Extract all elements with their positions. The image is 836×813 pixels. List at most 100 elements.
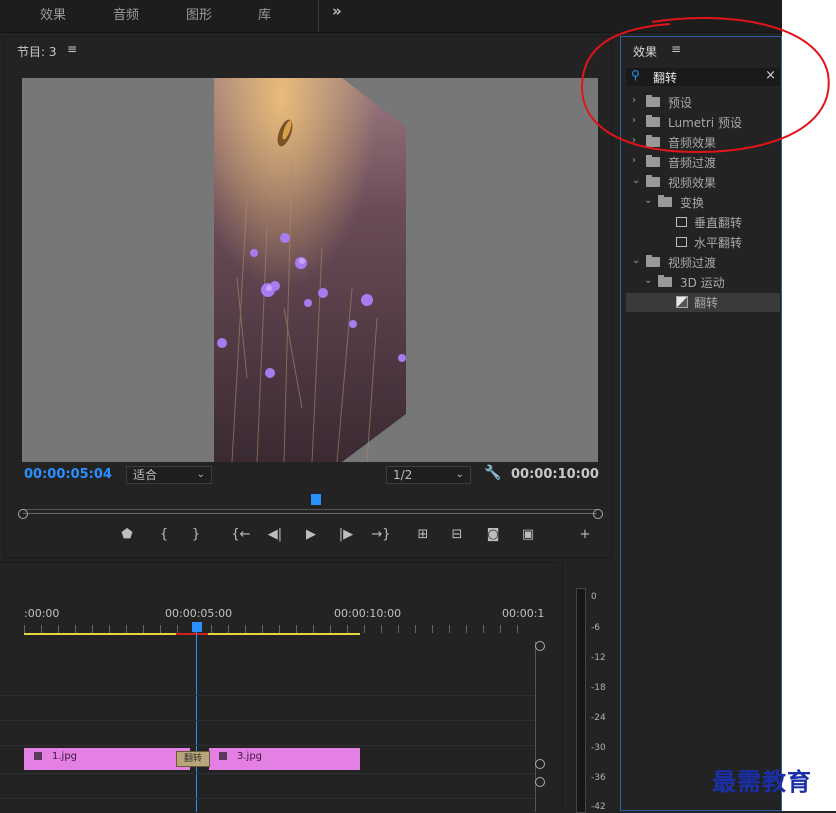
- timeline-panel: :00:00 00:00:05:00 00:00:10:00 00:00:1 1…: [0, 562, 558, 812]
- button-editor-icon[interactable]: +: [575, 527, 595, 542]
- tab-effects[interactable]: 效果: [40, 4, 66, 23]
- effects-tree-item[interactable]: › 音频效果: [626, 133, 780, 152]
- go-to-in-icon[interactable]: {←: [231, 527, 251, 542]
- export-frame-icon[interactable]: ◙: [483, 527, 503, 542]
- effects-tree-label: 音频过渡: [668, 156, 717, 170]
- zoom-select-value: 适合: [133, 468, 158, 482]
- zoom-select[interactable]: 适合 ⌄: [126, 466, 212, 484]
- chevron-right-icon[interactable]: ›: [632, 95, 636, 106]
- mark-out-icon[interactable]: }: [186, 527, 206, 542]
- panel-title[interactable]: 效果: [633, 43, 657, 60]
- clip-name: 1.jpg: [52, 751, 78, 762]
- add-marker-icon[interactable]: ⬟: [117, 527, 137, 542]
- image-clip-icon: [34, 752, 42, 760]
- workspace-tabs: 效果 音频 图形 库 »: [0, 0, 782, 33]
- folder-icon: [658, 195, 672, 207]
- chevron-down-icon[interactable]: ⌄: [644, 275, 652, 286]
- panel-title[interactable]: 节目: 3: [17, 43, 57, 60]
- lift-icon[interactable]: ⊞: [413, 527, 433, 542]
- effects-tree-item[interactable]: ⌄ 视频效果: [626, 173, 780, 192]
- folder-icon: [646, 135, 660, 147]
- chevron-down-icon: ⌄: [455, 469, 464, 480]
- effects-tree-label: 垂直翻转: [694, 216, 743, 230]
- playhead-marker[interactable]: [311, 494, 321, 505]
- effects-tree-label: 视频过渡: [668, 256, 717, 270]
- chevron-right-icon[interactable]: ›: [632, 155, 636, 166]
- chevron-down-icon[interactable]: ⌄: [644, 195, 652, 206]
- chevron-down-icon: ⌄: [196, 469, 205, 480]
- ruler-label: 00:00:1: [502, 607, 545, 620]
- tab-libraries[interactable]: 库: [258, 4, 271, 23]
- effects-tree-label: 音频效果: [668, 136, 717, 150]
- comparison-view-icon[interactable]: ▣: [518, 527, 538, 542]
- folder-icon: [646, 175, 660, 187]
- divider: [318, 0, 319, 32]
- effects-tree-label: Lumetri 预设: [668, 116, 742, 130]
- effect-icon: [676, 237, 687, 247]
- ruler-label: :00:00: [24, 607, 60, 620]
- effects-tree-item[interactable]: 垂直翻转: [626, 213, 780, 232]
- time-ruler-ticks: [24, 625, 534, 633]
- resolution-select[interactable]: 1/2 ⌄: [386, 466, 471, 484]
- chevron-right-icon[interactable]: ›: [632, 115, 636, 126]
- panel-menu-icon[interactable]: ≡: [671, 42, 681, 56]
- flip-transition-frame: [214, 78, 406, 462]
- scroll-handle-top[interactable]: [535, 641, 545, 651]
- tab-audio[interactable]: 音频: [113, 4, 139, 23]
- db-label: -36: [591, 773, 606, 783]
- preset-folder-icon: [646, 95, 660, 107]
- transition-icon: [676, 296, 688, 308]
- current-timecode[interactable]: 00:00:05:04: [24, 467, 112, 482]
- effects-tree-item[interactable]: › Lumetri 预设: [626, 113, 780, 132]
- go-to-out-icon[interactable]: →}: [371, 527, 391, 542]
- panel-menu-icon[interactable]: ≡: [67, 42, 77, 56]
- effects-tree-item[interactable]: › 预设: [626, 93, 780, 112]
- clip-3[interactable]: 3.jpg: [209, 748, 360, 770]
- clear-search-icon[interactable]: ×: [765, 68, 776, 83]
- search-query: 翻转: [653, 71, 678, 85]
- scroll-handle-bottom[interactable]: [535, 777, 545, 787]
- effects-tree-item[interactable]: ⌄ 3D 运动: [626, 273, 780, 292]
- effects-tree-label: 视频效果: [668, 176, 717, 190]
- flip-transition[interactable]: 翻转: [176, 751, 210, 767]
- scrubber-end-handle[interactable]: [593, 509, 603, 519]
- scrubber-start-handle[interactable]: [18, 509, 28, 519]
- video-preview: [22, 78, 598, 462]
- resolution-select-value: 1/2: [393, 468, 413, 482]
- step-back-icon[interactable]: ◀|: [265, 527, 285, 542]
- db-label: -6: [591, 623, 600, 633]
- chevron-down-icon[interactable]: ⌄: [632, 175, 640, 186]
- playhead-handle[interactable]: [192, 622, 202, 632]
- scrubber-track[interactable]: [23, 513, 597, 514]
- effects-search-input[interactable]: ⚲ 翻转 ×: [626, 68, 780, 86]
- effects-tree-item[interactable]: 水平翻转: [626, 233, 780, 252]
- timeline-scrollbar[interactable]: [535, 641, 536, 812]
- effects-tree-item[interactable]: 翻转: [626, 293, 780, 312]
- scroll-handle-mid[interactable]: [535, 759, 545, 769]
- effect-icon: [676, 217, 687, 227]
- clip-1[interactable]: 1.jpg: [24, 748, 190, 770]
- folder-icon: [646, 155, 660, 167]
- duration-timecode: 00:00:10:00: [511, 467, 599, 482]
- effects-tree-item[interactable]: ⌄ 视频过渡: [626, 253, 780, 272]
- meter-bar: [576, 588, 586, 813]
- more-workspaces-icon[interactable]: »: [332, 2, 342, 20]
- track-divider: [0, 720, 535, 721]
- search-icon: ⚲: [631, 68, 640, 82]
- audio-meter: 0 -6 -12 -18 -24 -30 -36 -42: [562, 562, 617, 813]
- program-monitor: 节目: 3 ≡ 00:00:05:04 适合 ⌄ 1/2 ⌄ 🔧 00:00:1…: [4, 36, 612, 558]
- effects-tree-item[interactable]: ⌄ 变换: [626, 193, 780, 212]
- step-forward-icon[interactable]: |▶: [336, 527, 356, 542]
- chevron-right-icon[interactable]: ›: [632, 135, 636, 146]
- tab-graphics[interactable]: 图形: [186, 4, 212, 23]
- extract-icon[interactable]: ⊟: [447, 527, 467, 542]
- folder-icon: [646, 255, 660, 267]
- chevron-down-icon[interactable]: ⌄: [632, 255, 640, 266]
- mark-in-icon[interactable]: {: [154, 527, 174, 542]
- watermark-logo: 最需教育: [712, 767, 812, 796]
- effects-tree-item[interactable]: › 音频过渡: [626, 153, 780, 172]
- ruler-label: 00:00:05:00: [165, 607, 233, 620]
- effects-panel: 效果 ≡ ⚲ 翻转 × › 预设 › Lumetri 预设 › 音频效果 › 音频过渡 ⌄ 视频效…: [620, 36, 782, 811]
- play-icon[interactable]: ▶: [301, 527, 321, 542]
- settings-wrench-icon[interactable]: 🔧: [484, 465, 501, 481]
